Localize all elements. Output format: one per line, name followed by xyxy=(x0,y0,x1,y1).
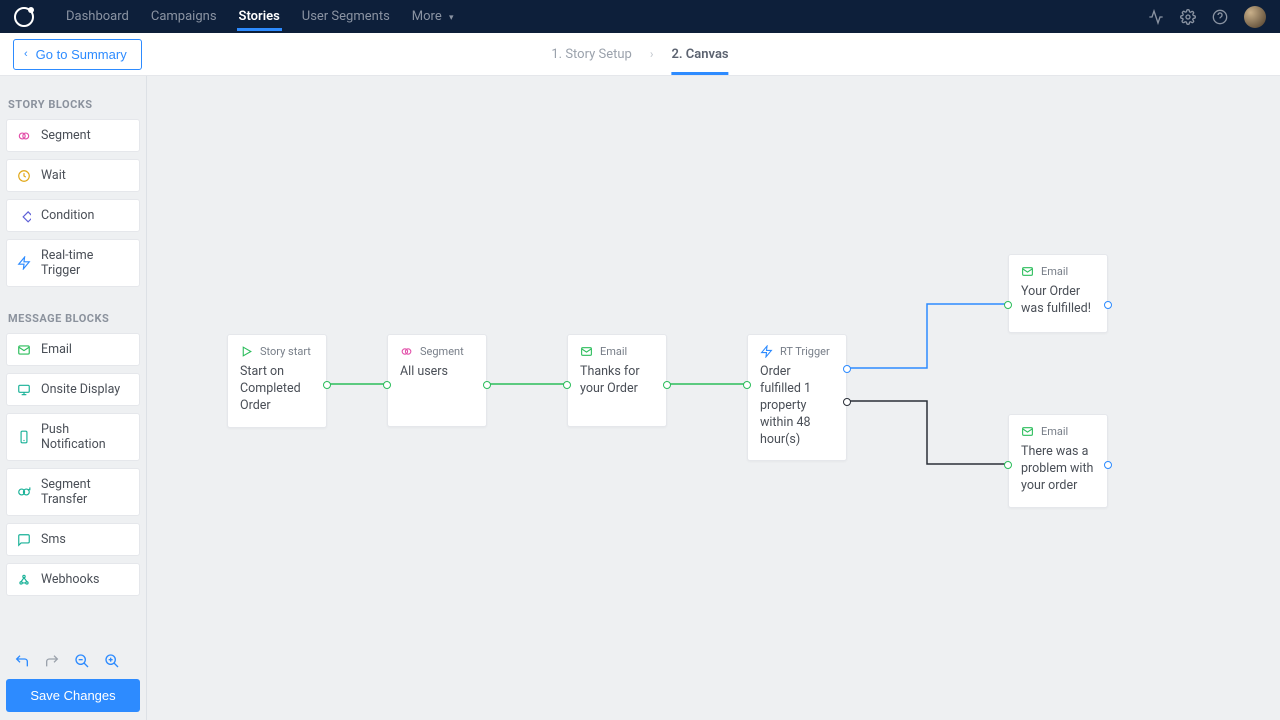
block-onsite-display[interactable]: Onsite Display xyxy=(6,373,140,406)
node-segment[interactable]: Segment All users xyxy=(387,334,487,427)
port-in[interactable] xyxy=(743,381,751,389)
email-icon xyxy=(17,343,31,357)
email-icon xyxy=(1021,265,1034,278)
monitor-icon xyxy=(17,383,31,397)
webhook-icon xyxy=(17,573,31,587)
port-out-true[interactable] xyxy=(843,365,851,373)
block-label: Sms xyxy=(41,532,66,547)
port-out-false[interactable] xyxy=(843,398,851,406)
block-condition[interactable]: Condition xyxy=(6,199,140,232)
node-body-text: Order fulfilled 1 property within 48 hou… xyxy=(760,364,834,448)
block-label: Condition xyxy=(41,208,94,223)
sub-header: ‹ Go to Summary 1. Story Setup › 2. Canv… xyxy=(0,33,1280,76)
mobile-icon xyxy=(17,430,31,444)
nav-stories[interactable]: Stories xyxy=(229,2,290,31)
block-sms[interactable]: Sms xyxy=(6,523,140,556)
story-blocks-heading: STORY BLOCKS xyxy=(8,98,140,111)
block-wait[interactable]: Wait xyxy=(6,159,140,192)
block-segment-transfer[interactable]: Segment Transfer xyxy=(6,468,140,516)
play-icon xyxy=(240,345,253,358)
avatar[interactable] xyxy=(1244,6,1266,28)
nav-campaigns[interactable]: Campaigns xyxy=(141,2,227,31)
bolt-icon xyxy=(760,345,773,358)
undo-icon[interactable] xyxy=(14,653,30,669)
block-email[interactable]: Email xyxy=(6,333,140,366)
port-out[interactable] xyxy=(663,381,671,389)
gear-icon[interactable] xyxy=(1172,9,1204,25)
block-label: Real-time Trigger xyxy=(41,248,129,278)
port-out[interactable] xyxy=(1104,461,1112,469)
node-type-label: Story start xyxy=(260,345,311,358)
port-in[interactable] xyxy=(1004,301,1012,309)
activity-icon[interactable] xyxy=(1140,9,1172,25)
step-story-setup[interactable]: 1. Story Setup xyxy=(551,47,631,62)
node-type-label: Email xyxy=(600,345,627,358)
node-body-text: Your Order was fulfilled! xyxy=(1021,284,1095,320)
block-segment[interactable]: Segment xyxy=(6,119,140,152)
wizard-steps: 1. Story Setup › 2. Canvas xyxy=(551,47,728,62)
port-out[interactable] xyxy=(483,381,491,389)
node-email-thanks[interactable]: Email Thanks for your Order xyxy=(567,334,667,427)
redo-icon[interactable] xyxy=(44,653,60,669)
node-story-start[interactable]: Story start Start on Completed Order xyxy=(227,334,327,428)
transfer-icon xyxy=(17,485,31,499)
email-icon xyxy=(1021,425,1034,438)
bolt-icon xyxy=(17,256,31,270)
segment-icon xyxy=(17,129,31,143)
zoom-in-icon[interactable] xyxy=(104,653,120,669)
port-out[interactable] xyxy=(1104,301,1112,309)
node-type-label: Email xyxy=(1041,425,1068,438)
zoom-out-icon[interactable] xyxy=(74,653,90,669)
email-icon xyxy=(580,345,593,358)
port-out[interactable] xyxy=(323,381,331,389)
save-changes-button[interactable]: Save Changes xyxy=(6,679,140,712)
nav-more-label: More xyxy=(412,9,442,24)
node-type-label: RT Trigger xyxy=(780,345,830,358)
block-label: Onsite Display xyxy=(41,382,120,397)
node-type-label: Email xyxy=(1041,265,1068,278)
segment-icon xyxy=(400,345,413,358)
condition-icon xyxy=(17,209,31,223)
step-canvas[interactable]: 2. Canvas xyxy=(671,47,728,74)
chevron-right-icon: › xyxy=(650,47,654,61)
block-push-notification[interactable]: Push Notification xyxy=(6,413,140,461)
go-to-summary-label: Go to Summary xyxy=(36,47,127,62)
top-nav: Dashboard Campaigns Stories User Segment… xyxy=(0,0,1280,33)
node-body-text: Thanks for your Order xyxy=(580,364,654,414)
nav-dashboard[interactable]: Dashboard xyxy=(56,2,139,31)
node-body-text: All users xyxy=(400,364,474,414)
node-email-problem[interactable]: Email There was a problem with your orde… xyxy=(1008,414,1108,508)
logo-icon xyxy=(14,7,34,27)
canvas[interactable]: Story start Start on Completed Order Seg… xyxy=(147,76,1280,720)
nav-more[interactable]: More ▾ xyxy=(402,2,464,31)
block-label: Push Notification xyxy=(41,422,129,452)
sidebar: STORY BLOCKS Segment Wait Condition Real… xyxy=(0,76,147,720)
message-blocks-heading: MESSAGE BLOCKS xyxy=(8,312,140,325)
port-in[interactable] xyxy=(563,381,571,389)
node-body-text: Start on Completed Order xyxy=(240,364,314,415)
node-body-text: There was a problem with your order xyxy=(1021,444,1095,495)
block-label: Webhooks xyxy=(41,572,99,587)
port-in[interactable] xyxy=(1004,461,1012,469)
block-label: Wait xyxy=(41,168,66,183)
block-webhooks[interactable]: Webhooks xyxy=(6,563,140,596)
block-label: Segment xyxy=(41,128,91,143)
chat-icon xyxy=(17,533,31,547)
node-email-fulfilled[interactable]: Email Your Order was fulfilled! xyxy=(1008,254,1108,333)
node-type-label: Segment xyxy=(420,345,464,358)
wait-icon xyxy=(17,169,31,183)
chevron-left-icon: ‹ xyxy=(24,48,28,60)
node-rt-trigger[interactable]: RT Trigger Order fulfilled 1 property wi… xyxy=(747,334,847,461)
nav-user-segments[interactable]: User Segments xyxy=(292,2,400,31)
help-icon[interactable] xyxy=(1204,9,1236,25)
block-label: Email xyxy=(41,342,72,357)
chevron-down-icon: ▾ xyxy=(449,13,454,23)
go-to-summary-button[interactable]: ‹ Go to Summary xyxy=(13,39,142,70)
port-in[interactable] xyxy=(383,381,391,389)
block-label: Segment Transfer xyxy=(41,477,129,507)
block-realtime-trigger[interactable]: Real-time Trigger xyxy=(6,239,140,287)
